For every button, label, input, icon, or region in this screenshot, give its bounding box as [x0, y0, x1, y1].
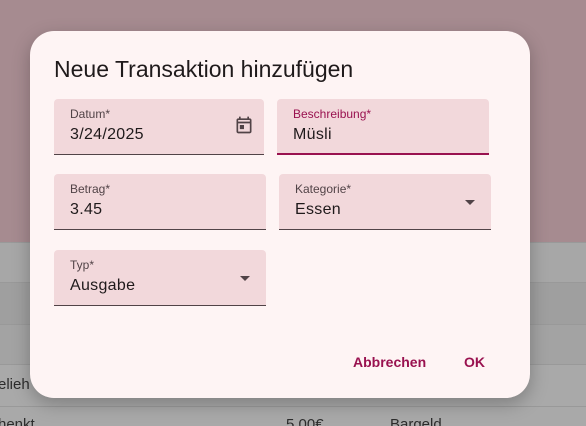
type-select-value: Ausgabe	[70, 277, 136, 294]
ok-button[interactable]: OK	[454, 348, 495, 376]
date-field-label: Datum*	[70, 107, 111, 121]
description-field-label: Beschreibung*	[293, 107, 372, 121]
dropdown-arrow-icon[interactable]	[240, 276, 250, 281]
type-select[interactable]: Typ* Ausgabe	[54, 250, 266, 306]
table-cell: Bargeld	[390, 416, 442, 426]
table-cell: 5,00€	[286, 416, 324, 426]
description-field-value: Müsli	[293, 126, 332, 143]
dialog-title: Neue Transaktion hinzufügen	[54, 56, 354, 82]
date-field-value: 3/24/2025	[70, 126, 144, 143]
amount-field[interactable]: Betrag* 3.45	[54, 174, 266, 230]
dropdown-arrow-icon[interactable]	[465, 200, 475, 205]
cancel-button[interactable]: Abbrechen	[343, 348, 436, 376]
category-select-label: Kategorie*	[295, 182, 352, 196]
category-select[interactable]: Kategorie* Essen	[279, 174, 491, 230]
category-select-value: Essen	[295, 201, 341, 218]
amount-field-value: 3.45	[70, 201, 103, 218]
description-field[interactable]: Beschreibung* Müsli	[277, 99, 489, 155]
date-field[interactable]: Datum* 3/24/2025	[54, 99, 264, 155]
table-cell: elieh	[0, 376, 30, 393]
calendar-icon[interactable]	[234, 115, 254, 135]
amount-field-label: Betrag*	[70, 182, 111, 196]
table-cell: henkt	[0, 416, 35, 426]
add-transaction-dialog: Neue Transaktion hinzufügen Datum* 3/24/…	[30, 31, 530, 398]
type-select-label: Typ*	[70, 258, 95, 272]
